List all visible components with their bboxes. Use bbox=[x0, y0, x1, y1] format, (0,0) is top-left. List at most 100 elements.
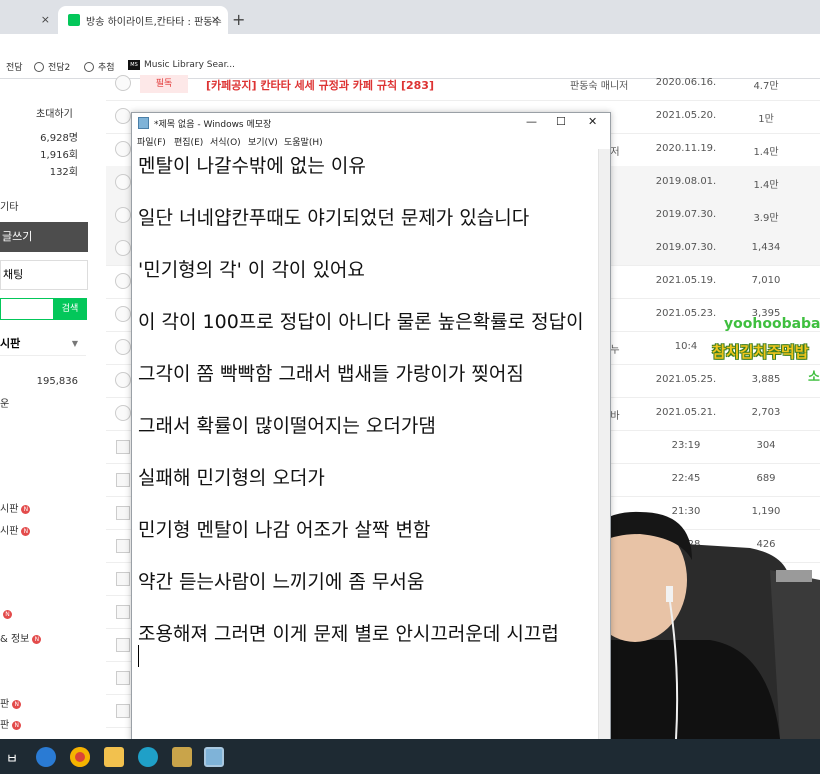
row-views: 304 bbox=[756, 440, 776, 451]
row-radio[interactable] bbox=[115, 141, 131, 157]
notepad-title-bar[interactable]: *제목 없음 - Windows 메모장 — ☐ ✕ bbox=[132, 113, 610, 133]
row-date: 2021.05.23. bbox=[655, 308, 717, 319]
windows-taskbar: ㅂ bbox=[0, 739, 820, 774]
globe-icon bbox=[34, 61, 44, 72]
close-button[interactable]: ✕ bbox=[588, 115, 597, 128]
board-select[interactable]: 시판 ▼ bbox=[0, 333, 86, 356]
sidebar-board-item[interactable]: 판N bbox=[0, 716, 22, 731]
row-checkbox[interactable] bbox=[116, 638, 130, 652]
text-line: 이 각이 100프로 정답이 아니다 물론 높은확률로 정답이 bbox=[138, 311, 584, 333]
member-label: 운 bbox=[0, 399, 10, 410]
tab-close-button[interactable]: × bbox=[41, 13, 50, 26]
maximize-button[interactable]: ☐ bbox=[556, 115, 566, 128]
row-views: 1.4만 bbox=[753, 147, 779, 158]
row-radio[interactable] bbox=[115, 273, 131, 289]
new-badge: N bbox=[32, 634, 42, 644]
sidebar-board-item[interactable]: & 정보 N bbox=[0, 630, 42, 645]
tab-close-button[interactable]: × bbox=[211, 13, 220, 26]
sidebar-board-item[interactable]: 시판 N bbox=[0, 522, 31, 537]
menu-edit[interactable]: 편집(E) bbox=[174, 135, 203, 148]
row-views: 1.4만 bbox=[753, 180, 779, 191]
menu-file[interactable]: 파일(F) bbox=[137, 135, 166, 148]
chat-button[interactable]: 채팅 bbox=[0, 260, 88, 290]
bookmark-item[interactable]: 전담 bbox=[6, 60, 23, 73]
sidebar-board-item[interactable]: N bbox=[0, 609, 12, 620]
row-date: 23:19 bbox=[671, 440, 701, 451]
file-explorer-icon[interactable] bbox=[104, 747, 124, 767]
row-checkbox[interactable] bbox=[116, 506, 130, 520]
row-checkbox[interactable] bbox=[116, 440, 130, 454]
row-date: 2020.11.19. bbox=[655, 143, 717, 154]
edge-legacy-icon[interactable] bbox=[36, 747, 56, 767]
row-date: 2021.05.19. bbox=[655, 275, 717, 286]
row-checkbox[interactable] bbox=[116, 671, 130, 685]
row-checkbox[interactable] bbox=[116, 605, 130, 619]
row-checkbox[interactable] bbox=[116, 572, 130, 586]
notice-title[interactable]: [카페공지] 칸타타 세세 규정과 카페 규칙 [283] bbox=[206, 77, 434, 93]
row-radio[interactable] bbox=[115, 75, 131, 91]
invite-link[interactable]: 초대하기 bbox=[36, 105, 73, 120]
row-radio[interactable] bbox=[115, 372, 131, 388]
league-icon[interactable] bbox=[172, 747, 192, 767]
member-count: 195,836 bbox=[36, 376, 78, 387]
vertical-scrollbar[interactable] bbox=[598, 149, 610, 739]
row-date: 2021.05.21. bbox=[655, 407, 717, 418]
chevron-down-icon: ▼ bbox=[71, 339, 78, 348]
edge-icon[interactable] bbox=[138, 747, 158, 767]
row-views: 689 bbox=[756, 473, 776, 484]
new-badge: N bbox=[21, 504, 31, 514]
text-line: 조용해져 그러면 이게 문제 별로 안시끄러운데 시끄럽 bbox=[138, 623, 559, 645]
text-line: 그래서 확률이 많이떨어지는 오더가댐 bbox=[138, 415, 436, 437]
text-line: 일단 너네얍칸푸때도 야기되었던 문제가 있습니다 bbox=[138, 207, 530, 229]
text-line: 실패해 민기형의 오더가 bbox=[138, 467, 325, 489]
notepad-text-area[interactable]: 멘탈이 나갈수밖에 없는 이유 일단 너네얍칸푸때도 야기되었던 문제가 있습니… bbox=[132, 149, 598, 739]
notepad-window[interactable]: *제목 없음 - Windows 메모장 — ☐ ✕ 파일(F) 편집(E) 서… bbox=[131, 112, 611, 741]
new-badge: N bbox=[21, 526, 31, 536]
row-views: 2,703 bbox=[751, 407, 781, 418]
table-row[interactable]: 필독 [카페공지] 칸타타 세세 규정과 카페 규칙 [283] 판동숙 매니저… bbox=[106, 67, 820, 101]
row-checkbox[interactable] bbox=[116, 539, 130, 553]
bookmark-item[interactable]: 전담2 bbox=[34, 60, 70, 73]
row-checkbox[interactable] bbox=[116, 704, 130, 718]
menu-format[interactable]: 서식(O) bbox=[210, 135, 241, 148]
cafe-search-input[interactable] bbox=[0, 298, 53, 320]
row-radio[interactable] bbox=[115, 207, 131, 223]
row-date: 2019.07.30. bbox=[655, 209, 717, 220]
row-radio[interactable] bbox=[115, 240, 131, 256]
cafe-search-button[interactable]: 검색 bbox=[53, 298, 87, 320]
row-radio[interactable] bbox=[115, 108, 131, 124]
minimize-button[interactable]: — bbox=[526, 115, 537, 128]
write-post-button[interactable]: 글쓰기 bbox=[0, 222, 88, 252]
naver-cafe-icon bbox=[68, 14, 80, 26]
donor-name-overlay: yoohoobaba bbox=[724, 316, 820, 332]
tab-previous[interactable]: × bbox=[0, 6, 58, 34]
new-tab-button[interactable]: + bbox=[232, 10, 245, 29]
row-checkbox[interactable] bbox=[116, 473, 130, 487]
sidebar-board-item[interactable]: 시판 N bbox=[0, 500, 31, 515]
row-radio[interactable] bbox=[115, 306, 131, 322]
text-line: 약간 듣는사람이 느끼기에 좀 무서움 bbox=[138, 571, 425, 593]
tab-title: 방송 하이라이트,칸타타 : 판동수 bbox=[86, 16, 222, 28]
globe-icon bbox=[84, 61, 94, 72]
row-radio[interactable] bbox=[115, 339, 131, 355]
tab-active[interactable]: 방송 하이라이트,칸타타 : 판동수 × bbox=[58, 6, 228, 34]
task-view-icon[interactable]: ㅂ bbox=[6, 748, 18, 767]
menu-help[interactable]: 도움말(H) bbox=[284, 135, 323, 148]
chrome-icon[interactable] bbox=[70, 747, 90, 767]
notepad-icon[interactable] bbox=[204, 747, 224, 767]
row-date: 2021.05.25. bbox=[655, 374, 717, 385]
row-date: 2021.05.20. bbox=[655, 110, 717, 121]
stat-value: 1,916회 bbox=[40, 150, 78, 161]
sidebar-link-etc[interactable]: 기타 bbox=[0, 198, 18, 213]
donation-text-overlay: 참치김치주먹밥 bbox=[712, 343, 809, 361]
sidebar-board-item[interactable]: 판N bbox=[0, 695, 22, 710]
row-views: 3,885 bbox=[751, 374, 781, 385]
row-radio[interactable] bbox=[115, 174, 131, 190]
menu-view[interactable]: 보기(V) bbox=[248, 135, 278, 148]
text-line: 멘탈이 나갈수밖에 없는 이유 bbox=[138, 155, 366, 177]
row-views: 4.7만 bbox=[753, 81, 779, 92]
row-radio[interactable] bbox=[115, 405, 131, 421]
stat-value: 6,928명 bbox=[40, 133, 78, 144]
edge-overlay-char: 소 bbox=[808, 370, 820, 385]
text-line: 민기형 멘탈이 나감 어조가 살짝 변함 bbox=[138, 519, 431, 541]
